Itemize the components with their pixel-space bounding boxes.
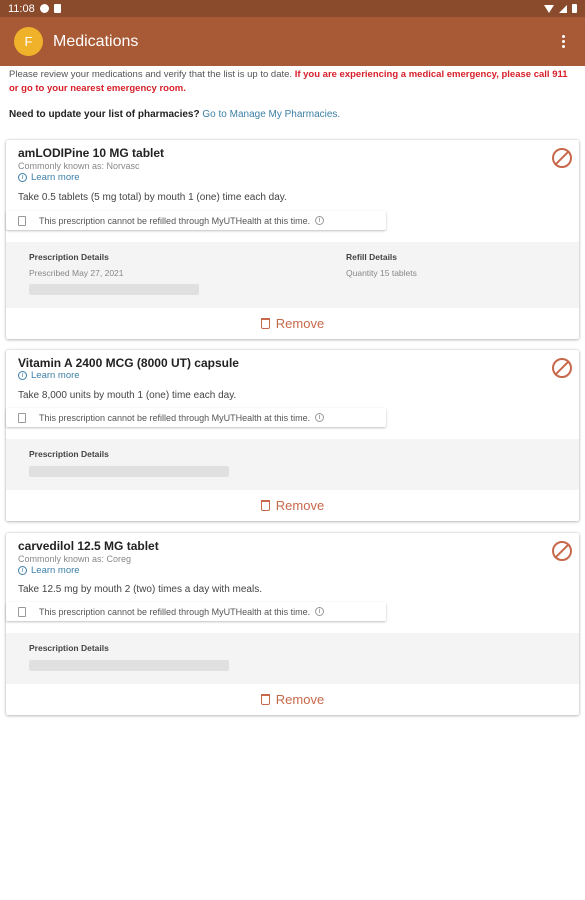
learn-more-link[interactable]: i Learn more bbox=[18, 565, 80, 576]
redacted-details bbox=[29, 466, 229, 477]
app-bar: F Medications bbox=[0, 17, 585, 66]
refill-notice-text: This prescription cannot be refilled thr… bbox=[39, 412, 311, 423]
signal-icon bbox=[559, 4, 567, 13]
redacted-details bbox=[29, 660, 229, 671]
trash-icon bbox=[260, 317, 270, 329]
learn-more-link[interactable]: i Learn more bbox=[18, 370, 80, 381]
medication-card-amlodipine: amLODIPine 10 MG tablet Commonly known a… bbox=[6, 140, 579, 339]
cannot-refill-icon bbox=[552, 541, 572, 561]
prescription-details-panel: Prescription Details bbox=[6, 633, 579, 684]
medications-content: Please review your medications and verif… bbox=[0, 66, 585, 900]
info-icon: i bbox=[18, 371, 27, 380]
refill-details-label: Refill Details bbox=[346, 252, 398, 262]
pharmacy-prompt: Need to update your list of pharmacies? … bbox=[9, 109, 340, 120]
learn-more-label: Learn more bbox=[31, 565, 80, 576]
battery-icon bbox=[572, 4, 577, 13]
medication-sig: Take 0.5 tablets (5 mg total) by mouth 1… bbox=[18, 192, 287, 203]
prescription-details-label: Prescription Details bbox=[29, 252, 109, 262]
remove-label: Remove bbox=[275, 691, 325, 707]
refill-notice: This prescription cannot be refilled thr… bbox=[6, 211, 386, 230]
overflow-menu-icon[interactable] bbox=[556, 31, 571, 52]
medication-known-as: Commonly known as: Norvasc bbox=[18, 161, 140, 171]
refill-notice-text: This prescription cannot be refilled thr… bbox=[39, 606, 311, 617]
refill-notice: This prescription cannot be refilled thr… bbox=[6, 408, 386, 427]
sd-card-icon bbox=[53, 4, 61, 13]
medication-sig: Take 12.5 mg by mouth 2 (two) times a da… bbox=[18, 584, 262, 595]
manage-pharmacies-link[interactable]: Go to Manage My Pharmacies. bbox=[202, 109, 340, 120]
status-time: 11:08 bbox=[8, 2, 35, 15]
learn-more-link[interactable]: i Learn more bbox=[18, 172, 80, 183]
trash-icon bbox=[260, 499, 270, 511]
help-icon[interactable]: i bbox=[315, 413, 325, 422]
refill-quantity: Quantity 15 tablets bbox=[346, 268, 417, 278]
learn-more-label: Learn more bbox=[31, 172, 80, 183]
help-icon[interactable]: i bbox=[315, 216, 325, 225]
document-icon bbox=[18, 215, 26, 226]
intro-message: Please review your medications and verif… bbox=[9, 69, 293, 80]
document-icon bbox=[18, 606, 26, 617]
pharmacy-question: Need to update your list of pharmacies? bbox=[9, 109, 200, 120]
medication-card-carvedilol: carvedilol 12.5 MG tablet Commonly known… bbox=[6, 533, 579, 715]
page-title: Medications bbox=[53, 32, 139, 50]
medication-known-as: Commonly known as: Coreg bbox=[18, 554, 132, 564]
prescribed-date: Prescribed May 27, 2021 bbox=[29, 268, 124, 278]
app-notification-icon bbox=[39, 4, 49, 13]
remove-button[interactable]: Remove bbox=[6, 490, 579, 520]
prescription-details-panel: Prescription Details bbox=[6, 439, 579, 490]
prescription-details-label: Prescription Details bbox=[29, 449, 109, 459]
medication-name: carvedilol 12.5 MG tablet bbox=[18, 539, 159, 553]
remove-button[interactable]: Remove bbox=[6, 684, 579, 714]
learn-more-label: Learn more bbox=[31, 370, 80, 381]
medication-sig: Take 8,000 units by mouth 1 (one) time e… bbox=[18, 390, 237, 401]
refill-notice: This prescription cannot be refilled thr… bbox=[6, 602, 386, 621]
redacted-prescriber bbox=[29, 284, 199, 295]
remove-label: Remove bbox=[275, 497, 325, 513]
document-icon bbox=[18, 412, 26, 423]
medication-name: amLODIPine 10 MG tablet bbox=[18, 146, 165, 160]
cannot-refill-icon bbox=[552, 148, 572, 168]
trash-icon bbox=[260, 693, 270, 705]
info-icon: i bbox=[18, 566, 27, 575]
remove-button[interactable]: Remove bbox=[6, 308, 579, 338]
wifi-icon bbox=[544, 4, 554, 13]
medication-name: Vitamin A 2400 MCG (8000 UT) capsule bbox=[18, 356, 239, 370]
cannot-refill-icon bbox=[552, 358, 572, 378]
refill-notice-text: This prescription cannot be refilled thr… bbox=[39, 215, 311, 226]
remove-label: Remove bbox=[275, 315, 325, 331]
info-icon: i bbox=[18, 173, 27, 182]
avatar[interactable]: F bbox=[14, 27, 43, 56]
prescription-details-panel: Prescription Details Prescribed May 27, … bbox=[6, 242, 579, 308]
help-icon[interactable]: i bbox=[315, 607, 325, 616]
intro-text: Please review your medications and verif… bbox=[9, 68, 579, 96]
medication-card-vitamin-a: Vitamin A 2400 MCG (8000 UT) capsule i L… bbox=[6, 350, 579, 521]
prescription-details-label: Prescription Details bbox=[29, 643, 109, 653]
status-bar: 11:08 bbox=[0, 0, 585, 17]
